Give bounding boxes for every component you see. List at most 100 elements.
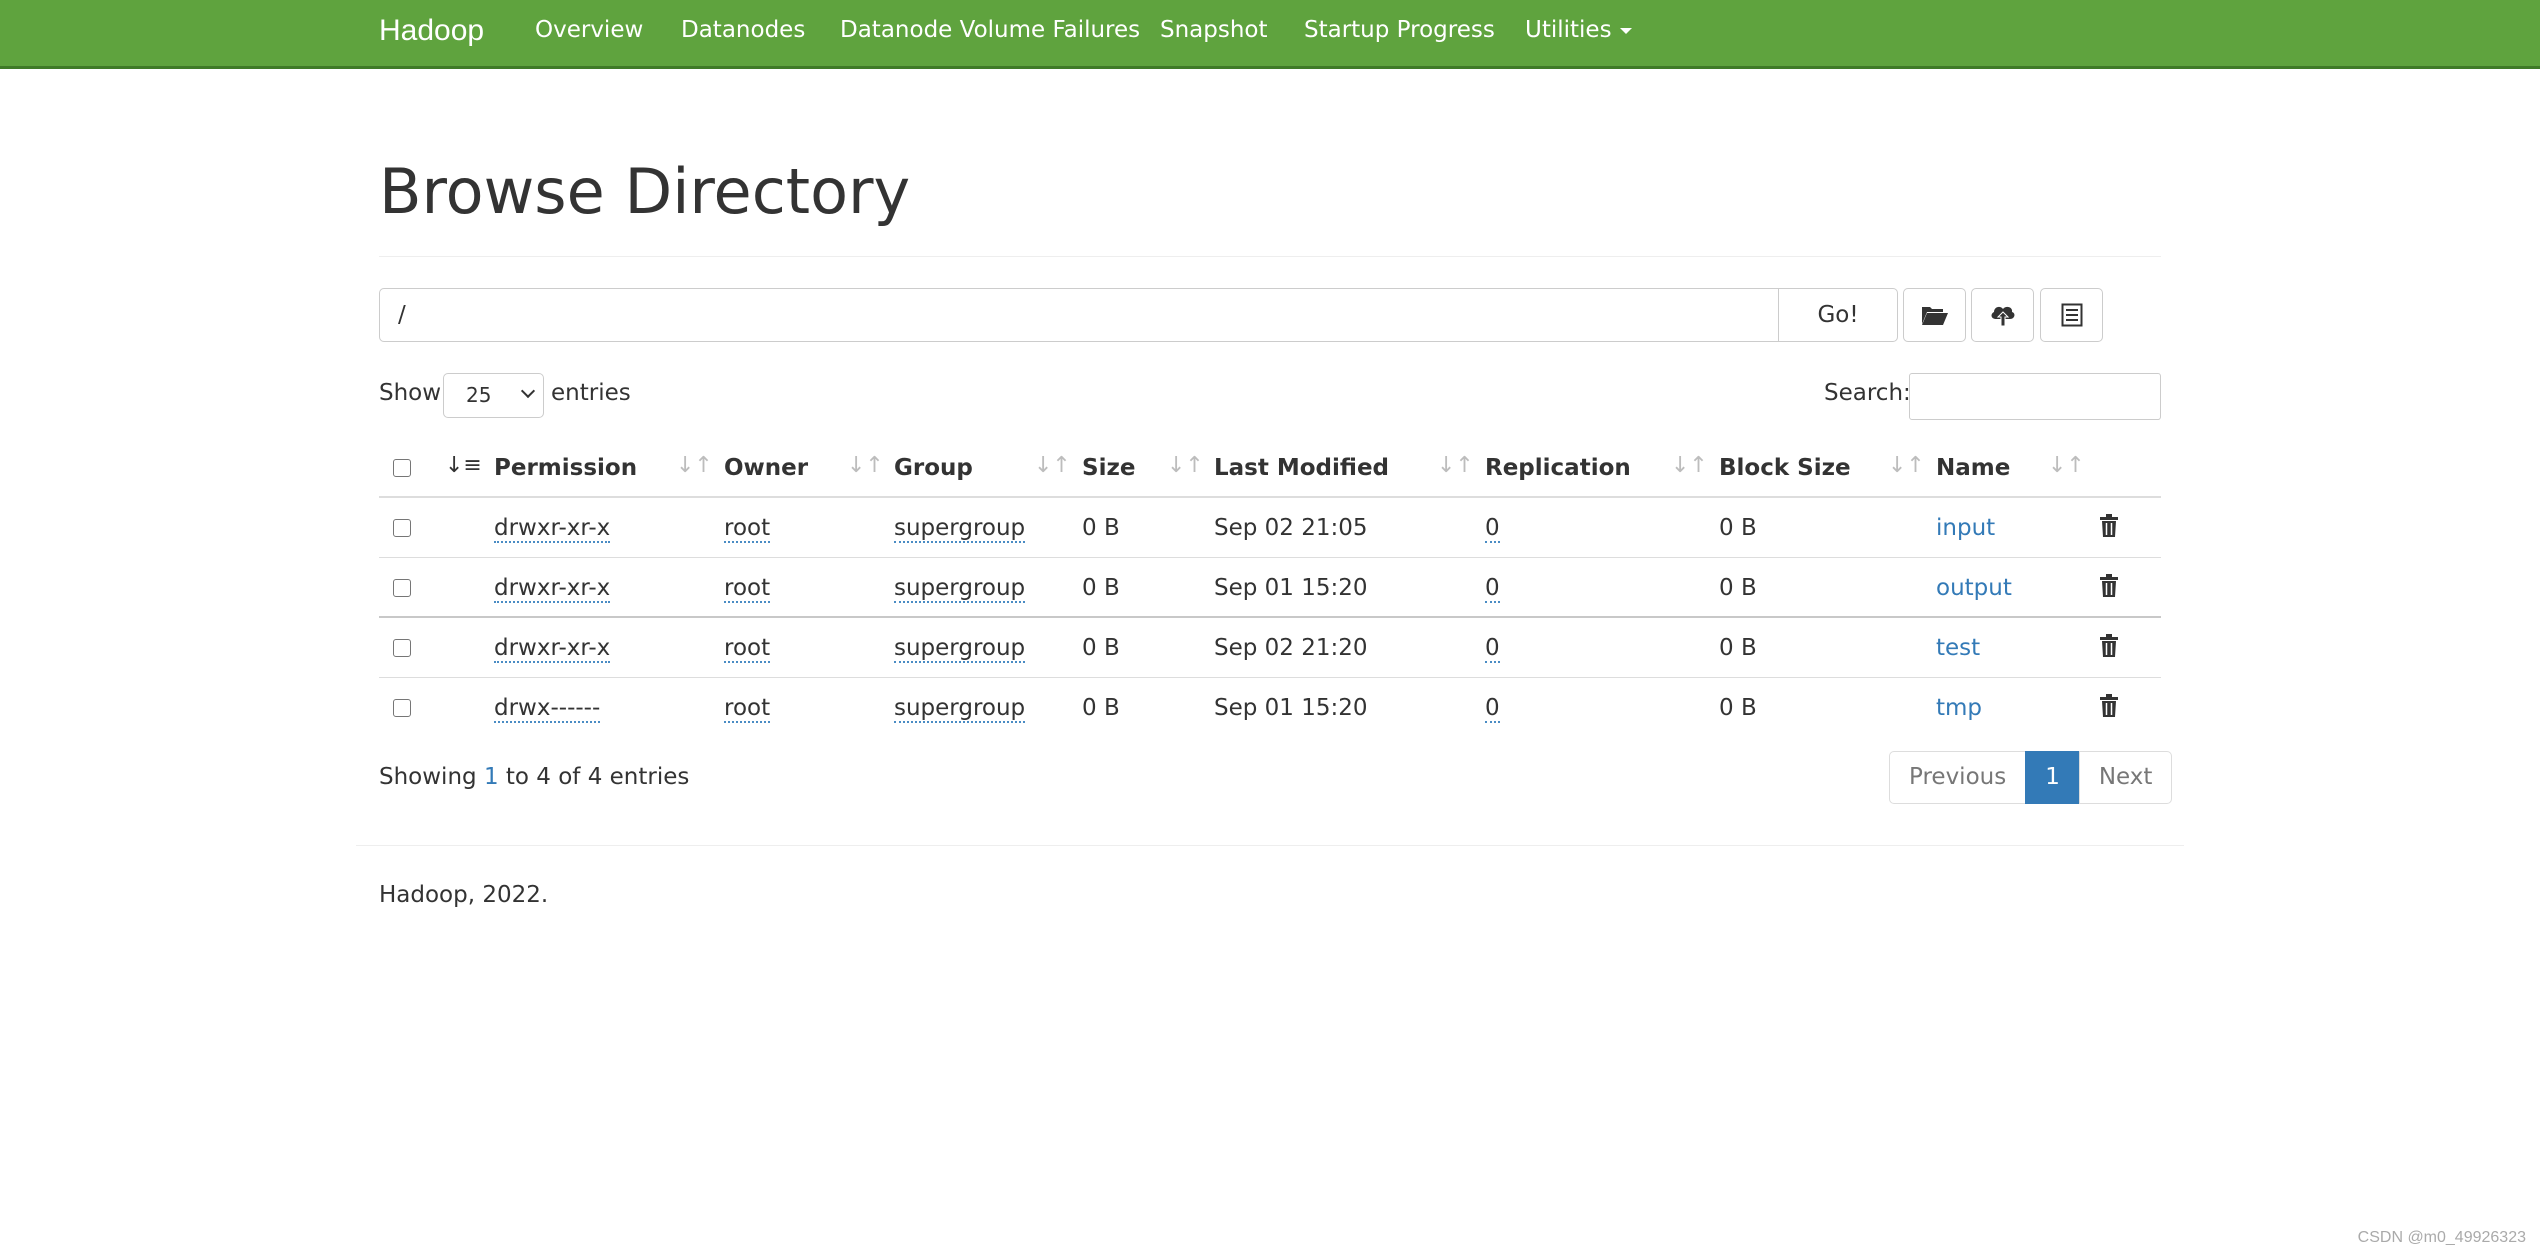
column-header-size[interactable]: Size: [1082, 438, 1135, 498]
sort-icon[interactable]: ↓↑: [2048, 438, 2085, 498]
create-directory-button[interactable]: [1903, 288, 1966, 342]
row-checkbox[interactable]: [393, 579, 411, 597]
table-row: drwxr-xr-x root supergroup 0 B Sep 02 21…: [379, 618, 2161, 678]
sort-icon[interactable]: ↓↑: [1888, 438, 1925, 498]
block-size-value: 0 B: [1719, 515, 1757, 541]
directory-name-link[interactable]: output: [1936, 558, 2012, 618]
trash-icon[interactable]: [2099, 694, 2119, 718]
upload-cloud-icon: [1991, 306, 2014, 327]
trash-icon[interactable]: [2099, 634, 2119, 658]
permission-value[interactable]: drwxr-xr-x: [494, 575, 611, 603]
nav-datanodes[interactable]: Datanodes: [681, 0, 805, 66]
row-checkbox[interactable]: [393, 519, 411, 537]
title-divider: [379, 256, 2161, 257]
nav-startup-progress[interactable]: Startup Progress: [1304, 0, 1495, 66]
replication-value[interactable]: 0: [1485, 575, 1500, 603]
table-header: ↓≡ Permission ↓↑ Owner ↓↑ Group ↓↑ Size …: [379, 438, 2161, 498]
last-modified-value: Sep 01 15:20: [1214, 575, 1368, 601]
nav-snapshot[interactable]: Snapshot: [1160, 0, 1268, 66]
group-value[interactable]: supergroup: [894, 575, 1026, 603]
nav-overview[interactable]: Overview: [535, 0, 643, 66]
sort-icon[interactable]: ↓↑: [1167, 438, 1204, 498]
trash-icon[interactable]: [2099, 514, 2119, 538]
column-header-owner[interactable]: Owner: [724, 438, 808, 498]
cut-paste-list-button[interactable]: [2040, 288, 2103, 342]
row-checkbox[interactable]: [393, 639, 411, 657]
sort-ascending-icon[interactable]: ↓≡: [445, 438, 482, 498]
column-header-permission[interactable]: Permission: [494, 438, 637, 498]
table-row: drwxr-xr-x root supergroup 0 B Sep 01 15…: [379, 558, 2161, 618]
search-input[interactable]: [1909, 373, 2161, 420]
show-label: Show: [379, 380, 442, 406]
column-header-name[interactable]: Name: [1936, 438, 2010, 498]
owner-value[interactable]: root: [724, 695, 771, 723]
directory-table: ↓≡ Permission ↓↑ Owner ↓↑ Group ↓↑ Size …: [379, 438, 2161, 738]
go-button[interactable]: Go!: [1778, 288, 1898, 342]
size-value: 0 B: [1082, 515, 1120, 541]
column-header-replication[interactable]: Replication: [1485, 438, 1631, 498]
nav-utilities-label: Utilities: [1525, 17, 1612, 43]
caret-down-icon: [1619, 27, 1632, 34]
sort-icon[interactable]: ↓↑: [1034, 438, 1071, 498]
footer-text: Hadoop, 2022.: [379, 882, 549, 908]
directory-name-link[interactable]: tmp: [1936, 678, 1982, 738]
permission-value[interactable]: drwx------: [494, 695, 601, 723]
footer-divider: [356, 845, 2184, 846]
block-size-value: 0 B: [1719, 575, 1757, 601]
directory-name-link[interactable]: input: [1936, 498, 1995, 558]
row-checkbox[interactable]: [393, 699, 411, 717]
watermark-text: CSDN @m0_49926323: [2357, 1229, 2526, 1246]
upload-files-button[interactable]: [1971, 288, 2034, 342]
sort-icon[interactable]: ↓↑: [1437, 438, 1474, 498]
size-value: 0 B: [1082, 695, 1120, 721]
directory-name-link[interactable]: test: [1936, 618, 1980, 678]
previous-page-button[interactable]: Previous: [1889, 751, 2027, 804]
info-prefix: Showing: [379, 764, 484, 790]
group-value[interactable]: supergroup: [894, 635, 1026, 663]
replication-value[interactable]: 0: [1485, 695, 1500, 723]
replication-value[interactable]: 0: [1485, 515, 1500, 543]
owner-value[interactable]: root: [724, 635, 771, 663]
block-size-value: 0 B: [1719, 695, 1757, 721]
page-title: Browse Directory: [379, 155, 911, 228]
page-length-select[interactable]: 25: [443, 373, 544, 418]
info-start: 1: [483, 764, 499, 790]
owner-value[interactable]: root: [724, 575, 771, 603]
page-length-value: 25: [466, 383, 492, 407]
owner-value[interactable]: root: [724, 515, 771, 543]
nav-datanode-volume-failures[interactable]: Datanode Volume Failures: [840, 0, 1140, 66]
navbar-brand[interactable]: Hadoop: [379, 0, 484, 66]
pagination: Previous 1 Next: [1889, 751, 2173, 804]
last-modified-value: Sep 02 21:20: [1214, 635, 1368, 661]
last-modified-value: Sep 01 15:20: [1214, 695, 1368, 721]
nav-utilities-dropdown[interactable]: Utilities: [1525, 0, 1632, 66]
page-1-button[interactable]: 1: [2025, 751, 2080, 804]
next-page-button[interactable]: Next: [2078, 751, 2173, 804]
sort-icon[interactable]: ↓↑: [676, 438, 713, 498]
open-folder-icon: [1921, 307, 1948, 325]
replication-value[interactable]: 0: [1485, 635, 1500, 663]
directory-path-input[interactable]: [379, 288, 1779, 342]
permission-value[interactable]: drwxr-xr-x: [494, 635, 611, 663]
sort-icon[interactable]: ↓↑: [1671, 438, 1708, 498]
sort-icon[interactable]: ↓↑: [847, 438, 884, 498]
info-rest: to 4 of 4 entries: [498, 764, 690, 790]
list-icon: [2061, 303, 2082, 327]
column-header-last-modified[interactable]: Last Modified: [1214, 438, 1389, 498]
column-header-block-size[interactable]: Block Size: [1719, 438, 1851, 498]
trash-icon[interactable]: [2099, 574, 2119, 598]
last-modified-value: Sep 02 21:05: [1214, 515, 1368, 541]
group-value[interactable]: supergroup: [894, 695, 1026, 723]
top-navbar: Hadoop Overview Datanodes Datanode Volum…: [0, 0, 2540, 69]
size-value: 0 B: [1082, 635, 1120, 661]
chevron-down-icon: [520, 383, 536, 399]
select-all-checkbox[interactable]: [393, 459, 411, 477]
group-value[interactable]: supergroup: [894, 515, 1026, 543]
block-size-value: 0 B: [1719, 635, 1757, 661]
permission-value[interactable]: drwxr-xr-x: [494, 515, 611, 543]
table-row: drwx------ root supergroup 0 B Sep 01 15…: [379, 678, 2161, 738]
column-header-group[interactable]: Group: [894, 438, 973, 498]
search-label: Search:: [1824, 380, 1911, 406]
entries-label: entries: [551, 380, 631, 406]
table-row: drwxr-xr-x root supergroup 0 B Sep 02 21…: [379, 498, 2161, 558]
